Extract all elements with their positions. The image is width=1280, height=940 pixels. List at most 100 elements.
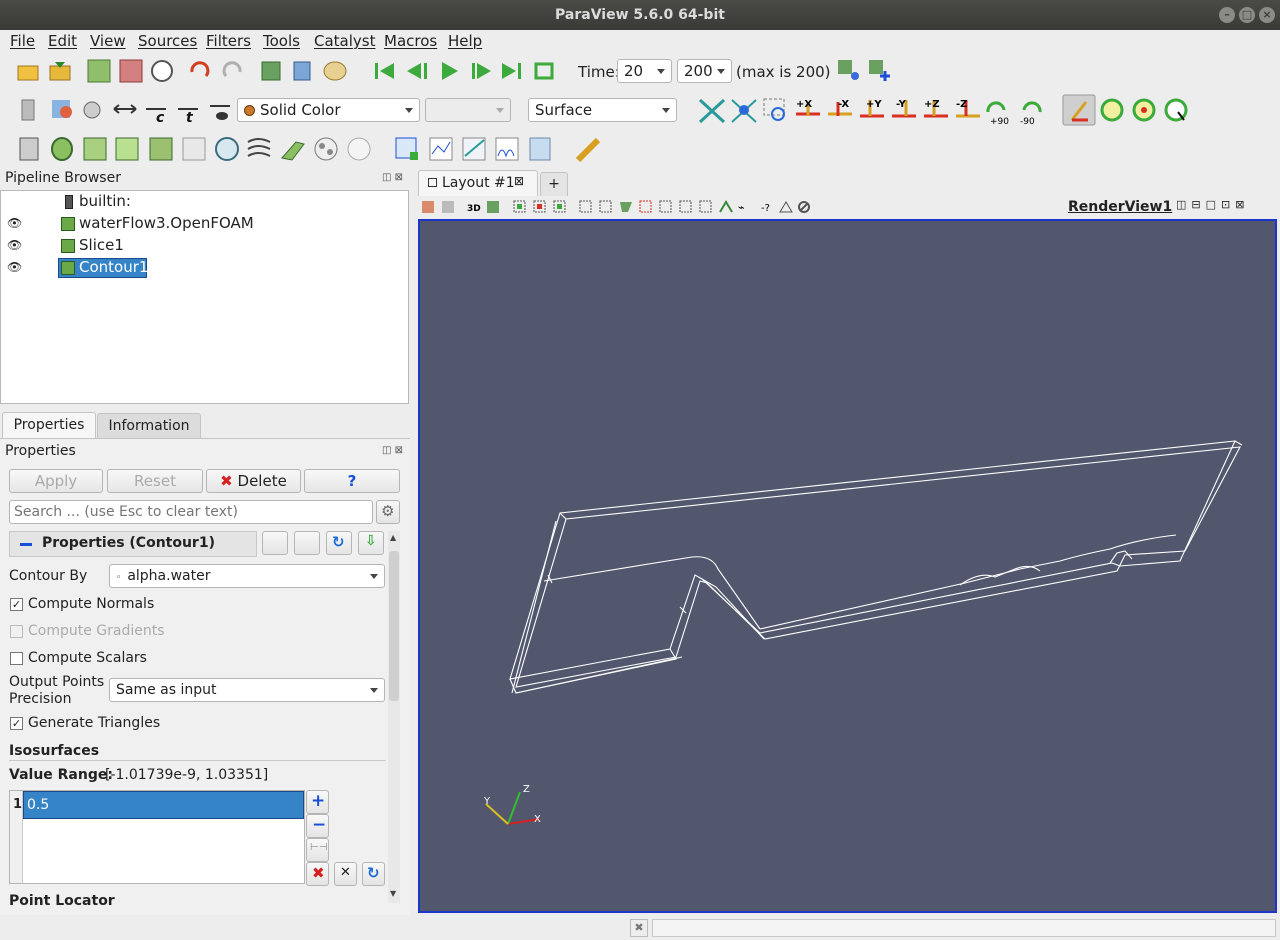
- gear-icon[interactable]: ⚙: [376, 500, 400, 524]
- clear-values-icon[interactable]: ✕: [334, 862, 357, 886]
- add-range-icon[interactable]: ⊢⊣: [306, 838, 329, 862]
- properties-scrollbar[interactable]: ▲ ▼: [388, 531, 400, 903]
- camera-undo-icon: [442, 201, 454, 213]
- select-points-through-icon: [579, 200, 592, 213]
- reset-values-icon[interactable]: ↻: [362, 862, 385, 886]
- tab-layout-1[interactable]: Layout #1 ⊠: [418, 170, 538, 196]
- eye-icon[interactable]: 👁: [7, 216, 22, 230]
- close-tab-icon[interactable]: ⊠: [514, 174, 524, 188]
- select-icon: [293, 61, 311, 81]
- filter-icon: [61, 239, 75, 253]
- point-locator-heading: Point Locator: [9, 893, 115, 909]
- save-defaults-icon[interactable]: ⇩: [358, 531, 384, 555]
- compute-scalars-label: Compute Scalars: [28, 650, 147, 666]
- time-label: Time:: [578, 63, 620, 81]
- menu-view[interactable]: View: [90, 32, 126, 50]
- isosurface-value[interactable]: 0.5: [27, 797, 49, 813]
- extract-selection-icon: [395, 137, 418, 160]
- menu-tools[interactable]: Tools: [263, 32, 300, 50]
- ruler-icon: [575, 137, 601, 163]
- scroll-up-icon[interactable]: ▲: [390, 533, 396, 542]
- render-view-name[interactable]: RenderView1: [1068, 199, 1172, 215]
- scrollbar-thumb[interactable]: [389, 551, 399, 701]
- threshold-icon: [149, 137, 173, 161]
- hover-cells-icon: [679, 200, 692, 213]
- pipeline-item-slice1[interactable]: 👁 Slice1: [1, 235, 408, 257]
- menu-help[interactable]: Help: [448, 32, 482, 50]
- layout-tab-label: Layout #1: [442, 175, 515, 191]
- add-layout-tab[interactable]: +: [540, 172, 568, 196]
- pipeline-item-contour1[interactable]: 👁 Contour1: [1, 257, 408, 279]
- visible-range-icon: [210, 105, 230, 120]
- menu-edit[interactable]: Edit: [48, 32, 77, 50]
- spin-arrows-icon: [717, 69, 725, 74]
- pipeline-dock-buttons[interactable]: ◫ ⊠: [382, 172, 403, 183]
- properties-dock-buttons[interactable]: ◫ ⊠: [382, 445, 403, 456]
- render-view[interactable]: X Z Y: [418, 219, 1277, 913]
- compute-normals-label: Compute Normals: [28, 596, 155, 612]
- help-button[interactable]: ?: [304, 469, 400, 493]
- tab-information[interactable]: Information: [97, 413, 201, 439]
- pipeline-item-label: Contour1: [79, 258, 149, 276]
- display-toolbar: c t Solid Color Surface +X -X +Y -Y +Z -…: [0, 92, 1280, 128]
- hover-points-icon: [659, 200, 672, 213]
- scroll-down-icon[interactable]: ▼: [390, 889, 396, 898]
- delete-button[interactable]: ✖ Delete: [206, 469, 301, 493]
- time-input[interactable]: 20: [617, 59, 672, 83]
- add-value-icon[interactable]: +: [306, 790, 329, 814]
- view-split-buttons[interactable]: ◫⊟□⊡⊠: [1176, 198, 1249, 211]
- contour-by-select[interactable]: ◦ alpha.water: [109, 564, 385, 588]
- pipeline-browser[interactable]: builtin: 👁 waterFlow3.OpenFOAM 👁 Slice1 …: [0, 190, 409, 404]
- precision-select[interactable]: Same as input: [109, 678, 385, 702]
- next-frame-icon: [472, 63, 491, 79]
- time-step-spinbox[interactable]: 200: [677, 59, 732, 83]
- clear-selection-icon: [798, 201, 810, 213]
- plot-over-time-icon: [495, 137, 519, 161]
- representation-select[interactable]: Surface: [528, 98, 677, 122]
- properties-panel: Properties ◫ ⊠ Apply Reset ✖ Delete ? ⚙ …: [0, 438, 410, 915]
- view-plus-z-icon: +Z: [924, 99, 948, 118]
- menu-macros[interactable]: Macros: [384, 32, 437, 50]
- minimize-icon[interactable]: –: [1219, 7, 1235, 23]
- paste-icon[interactable]: [294, 531, 320, 555]
- progress-bar: [652, 919, 1276, 937]
- isosurface-values-table[interactable]: 1 0.5: [9, 790, 305, 884]
- view-toolbar-icons: 3D ⌁ -?: [422, 200, 810, 214]
- properties-section-header[interactable]: Properties (Contour1): [9, 531, 257, 557]
- pipeline-item-builtin[interactable]: builtin:: [1, 191, 408, 213]
- value-range-label: Value Range:: [9, 767, 113, 783]
- svg-text:+90: +90: [990, 117, 1009, 127]
- capture-screenshot-icon: [422, 201, 434, 213]
- search-input[interactable]: [9, 500, 373, 524]
- compute-normals-checkbox[interactable]: ✓: [10, 598, 23, 611]
- stop-icon[interactable]: ✖: [630, 919, 648, 937]
- menu-catalyst[interactable]: Catalyst: [314, 32, 375, 50]
- pipeline-item-label: Slice1: [79, 236, 124, 254]
- menu-filters[interactable]: Filters: [206, 32, 251, 50]
- svg-text:t: t: [186, 110, 194, 126]
- coloring-select[interactable]: Solid Color: [237, 98, 420, 122]
- edit-color-map-icon: [52, 100, 72, 118]
- remove-value-icon[interactable]: −: [306, 814, 329, 838]
- apply-button[interactable]: Apply: [9, 469, 103, 493]
- refresh-icon[interactable]: ↻: [326, 531, 352, 555]
- copy-icon[interactable]: [262, 531, 288, 555]
- maximize-icon[interactable]: □: [1239, 7, 1255, 23]
- reset-button[interactable]: Reset: [107, 469, 203, 493]
- query-selection-icon: ⌁ -?: [738, 201, 770, 214]
- close-icon[interactable]: ×: [1259, 7, 1275, 23]
- compute-scalars-checkbox[interactable]: [10, 652, 23, 665]
- pipeline-item-openfoam[interactable]: 👁 waterFlow3.OpenFOAM: [1, 213, 408, 235]
- menu-file[interactable]: File: [10, 32, 35, 50]
- generate-triangles-checkbox[interactable]: ✓: [10, 717, 23, 730]
- warp-vector-icon: [281, 141, 305, 161]
- status-bar: ✖: [0, 915, 1280, 940]
- table-row[interactable]: 0.5: [23, 791, 304, 819]
- menu-bar: File Edit View Sources Filters Tools Cat…: [0, 30, 1280, 52]
- eye-icon[interactable]: 👁: [7, 260, 22, 274]
- eye-icon[interactable]: 👁: [7, 238, 22, 252]
- menu-sources[interactable]: Sources: [138, 32, 197, 50]
- remove-all-icon[interactable]: ✖: [306, 862, 329, 886]
- pipeline-item-label: waterFlow3.OpenFOAM: [79, 214, 254, 232]
- tab-properties[interactable]: Properties: [2, 412, 96, 438]
